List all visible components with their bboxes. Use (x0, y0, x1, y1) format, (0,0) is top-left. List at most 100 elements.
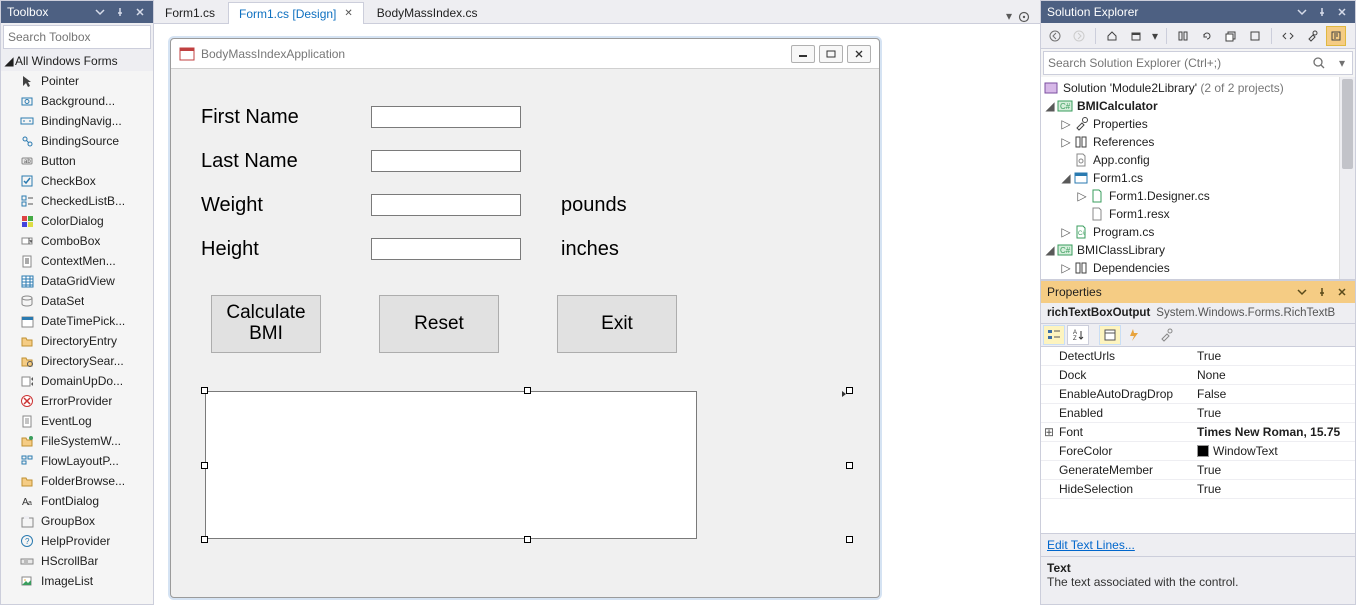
property-row[interactable]: DetectUrlsTrue (1041, 347, 1355, 366)
textbox-height[interactable] (371, 238, 521, 260)
toolbox-item[interactable]: ErrorProvider (1, 391, 153, 411)
tree-program[interactable]: ▷ C# Program.cs (1041, 223, 1355, 241)
view-code-icon[interactable] (1278, 26, 1298, 46)
toolbox-item[interactable]: DirectorySear... (1, 351, 153, 371)
property-pages-icon[interactable] (1155, 325, 1177, 345)
reset-button[interactable]: Reset (379, 295, 499, 353)
close-icon[interactable] (1335, 5, 1349, 19)
property-row[interactable]: ForeColorWindowText (1041, 442, 1355, 461)
toolbox-item[interactable]: ImageList (1, 571, 153, 591)
document-tab[interactable]: BodyMassIndex.cs (366, 1, 489, 23)
pin-icon[interactable] (1315, 285, 1329, 299)
close-button[interactable] (847, 45, 871, 63)
form-designer-surface[interactable]: BodyMassIndexApplication (154, 24, 1040, 605)
search-options-icon[interactable]: ▾ (1332, 56, 1352, 70)
resize-handle[interactable] (201, 536, 208, 543)
property-value[interactable]: True (1193, 463, 1355, 477)
label-first-name[interactable]: First Name (201, 106, 371, 129)
toolbox-item[interactable]: ContextMen... (1, 251, 153, 271)
toolbox-item[interactable]: DateTimePick... (1, 311, 153, 331)
close-tab-icon[interactable]: ✕ (344, 8, 352, 19)
property-value[interactable]: True (1193, 349, 1355, 363)
close-icon[interactable] (1335, 285, 1349, 299)
chevron-down-icon[interactable]: ◢ (1043, 99, 1057, 113)
calculate-bmi-button[interactable]: Calculate BMI (211, 295, 321, 353)
maximize-button[interactable] (819, 45, 843, 63)
toolbox-item[interactable]: FlowLayoutP... (1, 451, 153, 471)
tree-solution[interactable]: Solution 'Module2Library' (2 of 2 projec… (1041, 79, 1355, 97)
refresh-icon[interactable] (1197, 26, 1217, 46)
richtextbox-output[interactable] (205, 391, 697, 539)
toolbar-dropdown-icon[interactable]: ▾ (1150, 26, 1160, 46)
chevron-down-icon[interactable]: ◢ (1059, 171, 1073, 185)
toolbox-item[interactable]: DataGridView (1, 271, 153, 291)
toolbox-search[interactable]: ✕ (3, 25, 151, 49)
dropdown-icon[interactable] (1295, 285, 1309, 299)
resize-handle[interactable] (846, 462, 853, 469)
sync-icon[interactable] (1126, 26, 1146, 46)
alphabetical-icon[interactable]: AZ (1067, 325, 1089, 345)
solution-explorer-search[interactable]: ▾ (1043, 51, 1353, 75)
pin-icon[interactable] (113, 5, 127, 19)
solution-explorer-sync-icon[interactable] (1018, 11, 1036, 23)
properties-icon[interactable] (1302, 26, 1322, 46)
dropdown-icon[interactable] (1295, 5, 1309, 19)
tree-project2[interactable]: ◢ C# BMIClassLibrary (1041, 241, 1355, 259)
tree-form1-resx[interactable]: Form1.resx (1041, 205, 1355, 223)
toolbox-item[interactable]: Background... (1, 91, 153, 111)
smart-tag-icon[interactable] (841, 389, 851, 399)
resize-handle[interactable] (524, 387, 531, 394)
back-icon[interactable] (1045, 26, 1065, 46)
toolbox-item[interactable]: HScrollBar (1, 551, 153, 571)
home-icon[interactable] (1102, 26, 1122, 46)
property-row[interactable]: EnabledTrue (1041, 404, 1355, 423)
chevron-right-icon[interactable]: ▷ (1059, 225, 1073, 239)
tree-appconfig[interactable]: App.config (1041, 151, 1355, 169)
toolbox-search-input[interactable] (4, 28, 167, 46)
label-inches[interactable]: inches (561, 238, 619, 261)
toolbox-item[interactable]: ComboBox (1, 231, 153, 251)
toolbox-item[interactable]: CheckedListB... (1, 191, 153, 211)
property-row[interactable]: DockNone (1041, 366, 1355, 385)
property-value[interactable]: False (1193, 387, 1355, 401)
toolbox-item[interactable]: BindingNavig... (1, 111, 153, 131)
property-value[interactable]: Times New Roman, 15.75 (1193, 425, 1355, 439)
properties-object-selector[interactable]: richTextBoxOutput System.Windows.Forms.R… (1041, 303, 1355, 323)
toolbox-item[interactable]: DataSet (1, 291, 153, 311)
categorized-icon[interactable] (1043, 325, 1065, 345)
chevron-right-icon[interactable]: ▷ (1059, 261, 1073, 275)
exit-button[interactable]: Exit (557, 295, 677, 353)
solution-tree[interactable]: Solution 'Module2Library' (2 of 2 projec… (1041, 77, 1355, 279)
solution-explorer-search-input[interactable] (1044, 54, 1312, 72)
toolbox-item[interactable]: FileSystemW... (1, 431, 153, 451)
property-row[interactable]: EnableAutoDragDropFalse (1041, 385, 1355, 404)
property-value[interactable]: WindowText (1193, 444, 1355, 458)
property-value[interactable]: None (1193, 368, 1355, 382)
textbox-first-name[interactable] (371, 106, 521, 128)
chevron-down-icon[interactable]: ◢ (1043, 243, 1057, 257)
document-tab[interactable]: Form1.cs [Design]✕ (228, 2, 364, 24)
resize-handle[interactable] (201, 462, 208, 469)
toolbox-item[interactable]: abButton (1, 151, 153, 171)
collapse-all-icon[interactable] (1221, 26, 1241, 46)
resize-handle[interactable] (201, 387, 208, 394)
label-last-name[interactable]: Last Name (201, 150, 371, 173)
events-tab-icon[interactable] (1123, 325, 1145, 345)
close-icon[interactable] (133, 5, 147, 19)
expand-icon[interactable]: ⊞ (1041, 425, 1057, 439)
textbox-last-name[interactable] (371, 150, 521, 172)
property-value[interactable]: True (1193, 406, 1355, 420)
toolbox-item[interactable]: GroupBox (1, 511, 153, 531)
chevron-right-icon[interactable]: ▷ (1059, 117, 1073, 131)
property-row[interactable]: ⊞FontTimes New Roman, 15.75 (1041, 423, 1355, 442)
toolbox-item[interactable]: ColorDialog (1, 211, 153, 231)
chevron-right-icon[interactable]: ▷ (1059, 135, 1073, 149)
tree-properties[interactable]: ▷ Properties (1041, 115, 1355, 133)
tab-overflow-icon[interactable]: ▾ (1000, 9, 1018, 23)
resize-handle[interactable] (524, 536, 531, 543)
show-all-files-icon[interactable] (1245, 26, 1265, 46)
toolbox-item[interactable]: Pointer (1, 71, 153, 91)
textbox-weight[interactable] (371, 194, 521, 216)
pending-changes-icon[interactable] (1173, 26, 1193, 46)
tree-dependencies[interactable]: ▷ Dependencies (1041, 259, 1355, 277)
